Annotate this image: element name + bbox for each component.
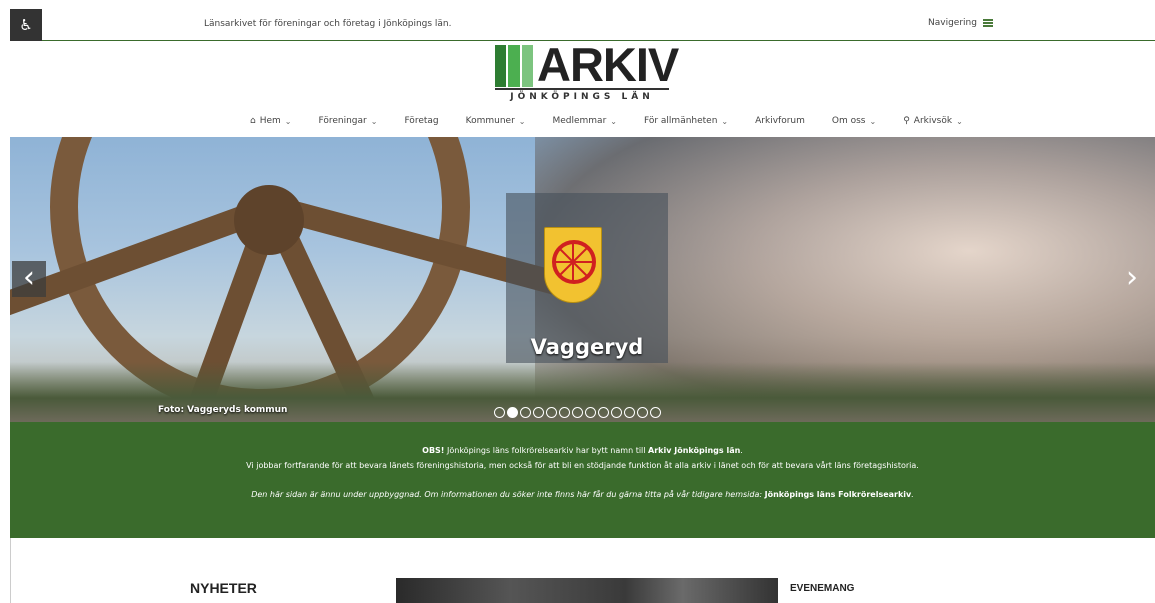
slider-dot[interactable] (533, 407, 544, 418)
chevron-down-icon: ⌄ (284, 116, 292, 126)
logo-bars (495, 45, 533, 87)
municipality-name: Vaggeryd (530, 335, 644, 359)
logo-subtitle: JÖNKÖPINGS LÄN (510, 92, 654, 102)
logo-word: ARKIV (537, 38, 679, 91)
nav-item-label: Om oss (831, 116, 866, 126)
slider-dot[interactable] (559, 407, 570, 418)
old-website-link[interactable]: Jönköpings läns Folkrörelsearkiv (765, 490, 912, 499)
slider-dot[interactable] (546, 407, 557, 418)
site-logo[interactable]: ARKIV JÖNKÖPINGS LÄN (493, 41, 679, 105)
search-icon: ⚲ (903, 116, 910, 126)
nav-item-label: Kommuner (465, 116, 515, 126)
chevron-down-icon: ⌄ (956, 116, 963, 126)
notice-text: Jönköpings läns folkrörelsearkiv har byt… (444, 446, 649, 455)
municipality-crest-card[interactable]: Vaggeryd (506, 193, 668, 363)
notice-line-1: OBS! Jönköpings läns folkrörelsearkiv ha… (10, 446, 1155, 455)
slider-dot[interactable] (494, 407, 505, 418)
site-tagline: Länsarkivet för föreningar och företag i… (204, 19, 452, 29)
nav-item-label: Föreningar (318, 116, 367, 126)
nav-item-kommuner[interactable]: Kommuner ⌄ (466, 116, 526, 126)
nav-item-medlemmar[interactable]: Medlemmar ⌄ (552, 116, 617, 126)
slider-dot[interactable] (637, 407, 648, 418)
slider-pagination (494, 407, 661, 418)
notice-end: . (740, 446, 743, 455)
notice-under-construction: Den här sidan är ännu under uppbyggnad. … (251, 490, 765, 499)
slider-next-button[interactable]: › (1115, 261, 1149, 297)
hero-wheel-hub (234, 185, 304, 255)
photo-credit: Foto: Vaggeryds kommun (158, 405, 288, 415)
nav-item-label: Arkivforum (755, 116, 805, 126)
accessibility-icon[interactable]: ♿ (10, 9, 42, 41)
chevron-down-icon: ⌄ (370, 116, 378, 126)
news-heading: NYHETER (190, 580, 257, 596)
notice-obs: OBS! (422, 446, 445, 455)
slider-dot[interactable] (507, 407, 518, 418)
main-navigation: ⌂ Hem ⌄ Föreningar ⌄ Företag Kommuner ⌄ Medlemma… (250, 116, 990, 126)
chevron-down-icon: ⌄ (610, 116, 617, 126)
slider-prev-button[interactable]: ‹ (12, 261, 46, 297)
logo-bar (521, 45, 533, 87)
nav-item-label: Arkivsök (913, 116, 953, 126)
slider-dot[interactable] (572, 407, 583, 418)
nav-item-arkivforum[interactable]: Arkivforum (755, 116, 805, 126)
navigation-toggle-label: Navigering (928, 18, 977, 28)
logo-rule (495, 88, 669, 90)
top-bar: ♿ Länsarkivet för föreningar och företag… (10, 9, 1155, 41)
notice-line-2: Vi jobbar fortfarande för att bevara län… (246, 461, 919, 470)
nav-item-föreningar[interactable]: Föreningar ⌄ (319, 116, 378, 126)
nav-item-label: Hem (259, 116, 281, 126)
slider-dot[interactable] (611, 407, 622, 418)
nav-item-label: För allmänheten (643, 116, 718, 126)
content-divider (10, 538, 11, 603)
nav-item-label: Företag (404, 116, 439, 126)
home-icon: ⌂ (250, 116, 256, 126)
notice-line-3: Den här sidan är ännu under uppbyggnad. … (10, 490, 1155, 499)
nav-item-hem[interactable]: ⌂ Hem ⌄ (250, 116, 292, 126)
navigation-toggle[interactable]: Navigering (928, 18, 993, 28)
notice-banner: OBS! Jönköpings läns folkrörelsearkiv ha… (10, 422, 1155, 538)
slider-dot[interactable] (585, 407, 596, 418)
nav-item-label: Medlemmar (552, 116, 607, 126)
notice-new-name: Arkiv Jönköpings län (648, 446, 741, 455)
slider-dot[interactable] (598, 407, 609, 418)
events-heading: EVENEMANG (790, 583, 855, 594)
slider-dot[interactable] (520, 407, 531, 418)
chevron-down-icon: ⌄ (721, 116, 729, 126)
nav-item-för-allmänheten[interactable]: För allmänheten ⌄ (644, 116, 728, 126)
chevron-down-icon: ⌄ (518, 116, 526, 126)
news-image[interactable] (396, 578, 778, 603)
hamburger-icon (982, 19, 993, 27)
hero-slider: Vaggeryd ‹ › Foto: Vaggeryds kommun (10, 137, 1155, 422)
nav-item-företag[interactable]: Företag (404, 116, 438, 126)
logo-bar (508, 45, 520, 87)
nav-item-om-oss[interactable]: Om oss ⌄ (832, 116, 876, 126)
nav-item-arkivsök[interactable]: ⚲ Arkivsök ⌄ (903, 116, 963, 126)
notice-end: . (911, 490, 914, 499)
coat-of-arms-icon (544, 227, 602, 303)
slider-dot[interactable] (624, 407, 635, 418)
chevron-down-icon: ⌄ (869, 116, 877, 126)
slider-dot[interactable] (650, 407, 661, 418)
logo-bar (495, 45, 507, 87)
